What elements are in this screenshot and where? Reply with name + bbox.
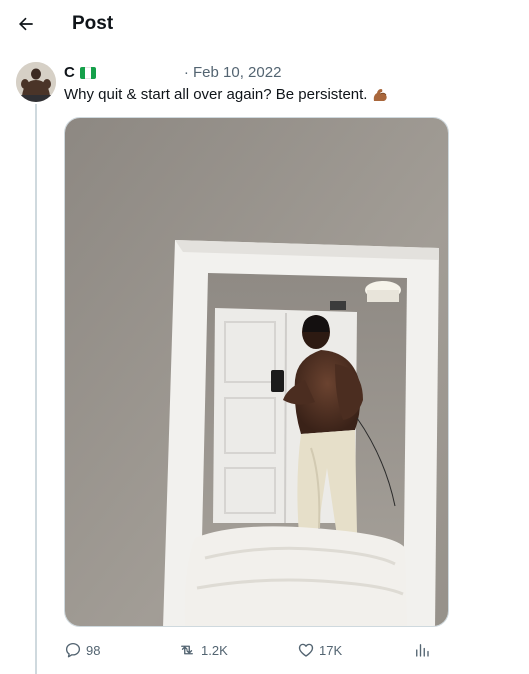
like-count: 17K xyxy=(319,642,343,658)
author-name[interactable]: C xyxy=(64,63,75,83)
thread-line xyxy=(35,104,37,674)
views-button[interactable] xyxy=(413,638,435,662)
avatar[interactable] xyxy=(16,62,56,102)
repost-button[interactable]: 1.2K xyxy=(177,638,228,662)
reply-button[interactable]: 98 xyxy=(64,638,100,662)
reply-icon xyxy=(65,642,81,658)
post-text: Why quit & start all over again? Be pers… xyxy=(64,85,389,105)
avatar-image xyxy=(16,62,56,102)
back-arrow-icon xyxy=(19,17,33,31)
post-image[interactable] xyxy=(64,117,449,627)
action-bar: 98 1.2K 17K xyxy=(64,638,449,662)
page-title: Post xyxy=(72,13,114,34)
post-meta: C · Feb 10, 2022 xyxy=(64,63,281,83)
views-icon xyxy=(416,644,429,657)
top-bar: Post xyxy=(0,0,529,48)
repost-count: 1.2K xyxy=(201,642,228,658)
like-button[interactable]: 17K xyxy=(297,638,342,662)
post-text-content: Why quit & start all over again? Be pers… xyxy=(64,86,368,103)
reply-count: 98 xyxy=(86,642,101,658)
repost-icon xyxy=(181,645,193,655)
nigeria-flag-icon xyxy=(79,67,96,79)
back-button[interactable] xyxy=(12,10,40,38)
like-icon xyxy=(298,643,314,657)
mirror-selfie-photo xyxy=(65,118,448,626)
flexed-biceps-icon xyxy=(371,86,389,104)
post-date[interactable]: · Feb 10, 2022 xyxy=(184,63,282,83)
